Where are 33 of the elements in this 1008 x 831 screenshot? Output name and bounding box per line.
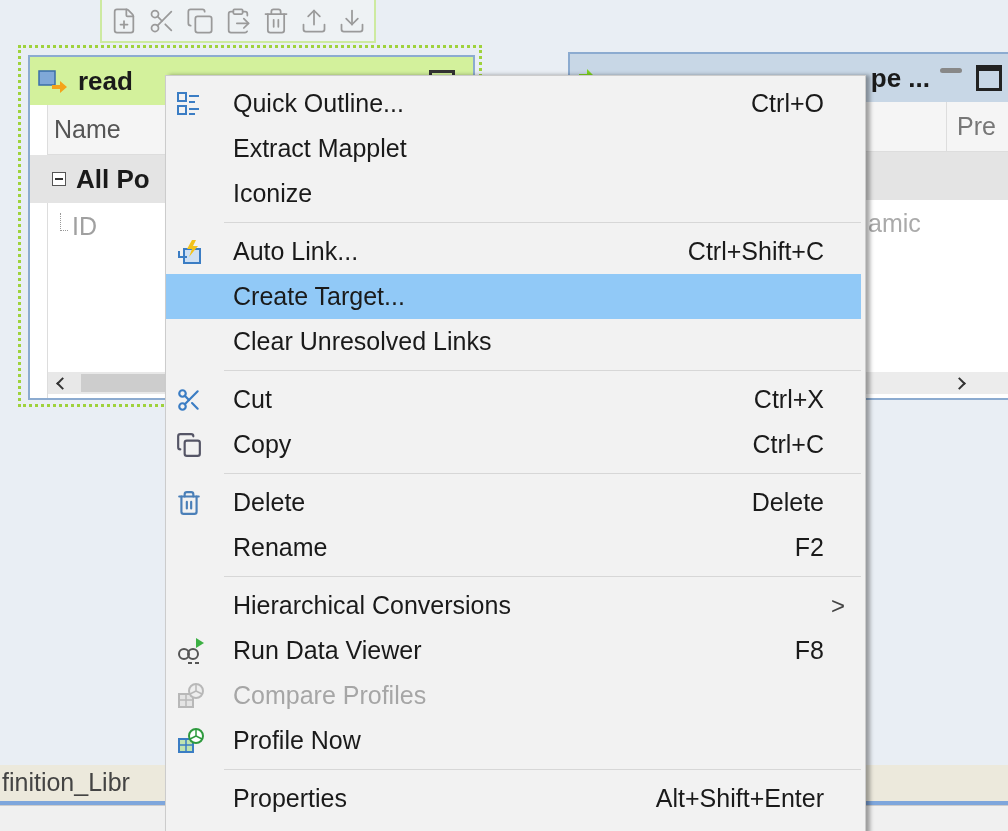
copy-icon: [176, 431, 202, 458]
menu-item[interactable]: Rename F2: [166, 525, 861, 570]
menu-item[interactable]: Clear Unresolved Links: [166, 319, 861, 364]
profile-icon: [176, 725, 206, 756]
group-name: All Po: [76, 162, 150, 196]
source-icon: [38, 68, 68, 94]
node-title: pe ...: [870, 61, 930, 95]
menu-item[interactable]: Delete Delete: [166, 480, 861, 525]
menu-item[interactable]: Quick Outline... Ctrl+O: [166, 81, 861, 126]
maximize-icon[interactable]: [976, 65, 1002, 91]
menu-item[interactable]: Properties Alt+Shift+Enter: [166, 776, 861, 821]
menu-item[interactable]: Hierarchical Conversions >: [166, 583, 861, 628]
node-title: read: [78, 64, 133, 98]
menu-item[interactable]: Run Data Viewer F8: [166, 628, 861, 673]
copy-icon[interactable]: [186, 6, 214, 35]
menu-item[interactable]: Auto Link... Ctrl+Shift+C: [166, 229, 861, 274]
trash-icon: [176, 489, 202, 516]
menu-item[interactable]: Iconize: [166, 171, 861, 216]
tree-line: [60, 213, 68, 231]
table-cell-text: amic: [868, 208, 921, 240]
outline-icon: [176, 90, 202, 117]
menu-item[interactable]: Profile Now: [166, 718, 861, 763]
viewer-icon: [176, 635, 206, 666]
profile-icon: [176, 680, 206, 711]
menu-item[interactable]: Create Target...: [166, 274, 861, 319]
scissors-icon: [176, 386, 202, 413]
minimize-icon[interactable]: [940, 67, 962, 73]
menu-item[interactable]: Extract Mapplet: [166, 126, 861, 171]
trash-icon[interactable]: [262, 6, 290, 35]
link-icon: [176, 238, 204, 265]
menu-item[interactable]: Cut Ctrl+X: [166, 377, 861, 422]
collapse-icon[interactable]: [52, 172, 66, 186]
menu-item[interactable]: Copy Ctrl+C: [166, 422, 861, 467]
